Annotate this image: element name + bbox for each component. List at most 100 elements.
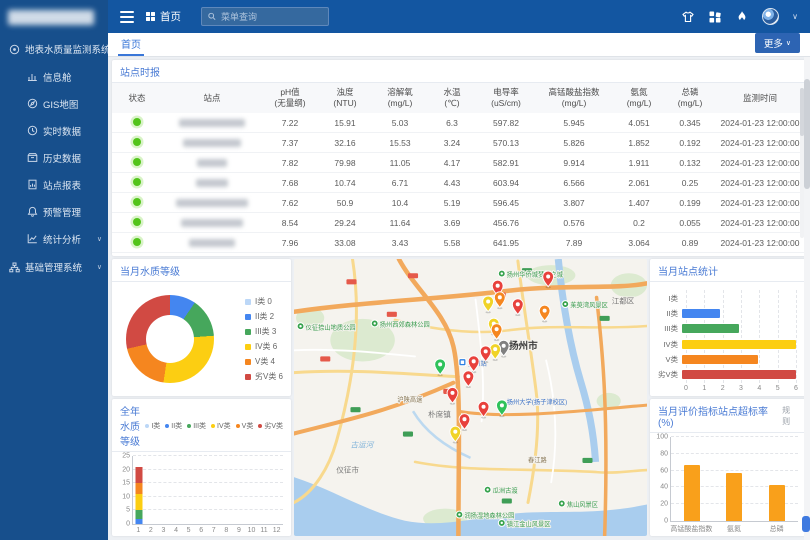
table-row: 7.3732.1615.533.24570.135.8261.8520.1922…	[112, 133, 806, 153]
month-slot	[258, 456, 271, 524]
gridline	[796, 290, 797, 383]
x-tick-label: 12	[270, 527, 283, 534]
y-tick-label: 5	[126, 507, 130, 514]
legend-item[interactable]: 劣V类 6	[245, 371, 283, 382]
legend-item[interactable]: III类	[187, 421, 206, 431]
status-dot	[133, 238, 141, 246]
bar[interactable]	[682, 309, 720, 318]
bar-row: 劣V类	[656, 368, 796, 381]
map-poi-label: 春江路	[528, 455, 547, 464]
user-avatar[interactable]	[762, 8, 779, 25]
value-cell: 10.74	[318, 178, 372, 188]
sidebar-item-label: 信息舱	[43, 70, 72, 84]
value-cell: 79.98	[318, 158, 372, 168]
map-poi: 沪陕高速	[397, 394, 423, 403]
bar-track	[682, 292, 796, 305]
legend-item[interactable]: IV类 6	[245, 341, 283, 352]
menu-search[interactable]	[201, 7, 329, 26]
table-header: 状态站点pH值(无量纲)浊度(NTU)溶解氧(mg/L)水温(℃)电导率(uS/…	[112, 83, 806, 113]
legend-item[interactable]: V类	[236, 421, 254, 431]
history-icon	[27, 152, 38, 163]
month-slot	[146, 456, 159, 524]
month-slot	[171, 456, 184, 524]
x-tick-label: 0	[684, 385, 688, 392]
bar[interactable]	[726, 473, 742, 521]
sidebar-section-base-system[interactable]: 基础管理系统 ∨	[0, 252, 108, 282]
breadcrumb[interactable]: 首页	[146, 9, 181, 24]
legend-item[interactable]: II类	[165, 421, 182, 431]
map-poi-label: 扬州西郊森林公园	[380, 319, 430, 328]
pin-dot	[466, 374, 470, 378]
y-tick-label: 100	[656, 434, 668, 441]
column-header: 浊度(NTU)	[318, 85, 372, 110]
report-icon	[27, 179, 38, 190]
sidebar: 地表水质量监测系统 ∧ 信息舱 GIS地图实时数据历史数据站点报表预警管理统计分析…	[0, 0, 108, 540]
bar[interactable]	[682, 355, 758, 364]
column-header: 氨氮(mg/L)	[612, 85, 666, 110]
bar[interactable]	[769, 485, 785, 521]
pin-dot	[482, 405, 486, 409]
table-row: 8.5429.2411.643.69456.760.5760.20.055202…	[112, 213, 806, 233]
month-slot	[246, 456, 259, 524]
analysis-icon	[27, 233, 38, 244]
sidebar-item-2[interactable]: GIS地图	[0, 90, 108, 117]
sidebar-item-5[interactable]: 站点报表	[0, 171, 108, 198]
scrollbar-thumb[interactable]	[804, 79, 810, 189]
legend-item[interactable]: II类 2	[245, 311, 283, 322]
station-name-cell	[162, 198, 262, 208]
legend-item[interactable]: I类	[145, 421, 160, 431]
chart-icon	[27, 71, 38, 82]
bar[interactable]	[682, 370, 796, 379]
more-button[interactable]: 更多∨	[755, 33, 800, 53]
station-map[interactable]: 扬州市江都区仪征市朴席镇古运河仪征捺山地质公园扬州西郊森林公园扬州华侨城梦幻之城…	[294, 259, 647, 536]
value-cell: 50.9	[318, 198, 372, 208]
sidebar-item-6[interactable]: 预警管理	[0, 198, 108, 225]
theme-shirt-icon[interactable]	[681, 10, 695, 24]
user-menu-chevron-icon[interactable]: ∨	[792, 12, 798, 21]
chevron-down-icon: ∨	[97, 263, 102, 271]
station-name-cell	[162, 138, 262, 148]
legend-item[interactable]: III类 3	[245, 326, 283, 337]
sidebar-item-4[interactable]: 历史数据	[0, 144, 108, 171]
y-tick-label: 80	[660, 450, 668, 457]
legend-item[interactable]: 劣V类	[258, 421, 283, 431]
bar-track	[682, 338, 796, 351]
value-cell: 29.24	[318, 218, 372, 228]
chart-corner-label[interactable]: 规则	[782, 405, 798, 427]
x-tick-label: 5	[776, 385, 780, 392]
bar[interactable]	[682, 324, 739, 333]
x-tick-label: 8	[220, 527, 233, 534]
legend-item[interactable]: I类 0	[245, 296, 283, 307]
legend-item[interactable]: IV类	[211, 421, 231, 431]
table-row: 7.6810.746.714.43603.946.5662.0610.25202…	[112, 173, 806, 193]
legend-swatch	[245, 329, 251, 335]
sidebar-section-water-system[interactable]: 地表水质量监测系统 ∧	[0, 35, 108, 63]
legend-swatch	[245, 359, 251, 365]
alert-icon	[27, 206, 38, 217]
page-scrollbar[interactable]	[804, 57, 810, 540]
back-to-top-button[interactable]	[802, 516, 810, 532]
value-cell: 5.03	[372, 118, 428, 128]
value-cell: 11.64	[372, 218, 428, 228]
dashboard-content: 站点时报 状态站点pH值(无量纲)浊度(NTU)溶解氧(mg/L)水温(℃)电导…	[108, 57, 810, 540]
stacked-bar[interactable]	[136, 456, 143, 524]
flame-icon[interactable]	[735, 10, 749, 24]
layout-icon[interactable]	[708, 10, 722, 24]
sidebar-item-label: 站点报表	[43, 178, 81, 192]
value-cell: 0.055	[666, 218, 714, 228]
value-cell: 5.19	[428, 198, 476, 208]
sidebar-item-7[interactable]: 统计分析∨	[0, 225, 108, 252]
sidebar-item-1[interactable]: 信息舱	[0, 63, 108, 90]
sidebar-item-label: 预警管理	[43, 205, 81, 219]
value-cell: 597.82	[476, 118, 536, 128]
menu-toggle-button[interactable]	[120, 11, 134, 23]
legend-item[interactable]: V类 4	[245, 356, 283, 367]
tab-home[interactable]: 首页	[118, 32, 144, 56]
value-cell: 570.13	[476, 138, 536, 148]
sidebar-item-3[interactable]: 实时数据	[0, 117, 108, 144]
bar[interactable]	[682, 340, 796, 349]
bar[interactable]	[684, 465, 700, 521]
clock-icon	[27, 125, 38, 136]
value-cell: 2024-01-23 12:00:00	[714, 238, 806, 248]
menu-search-input[interactable]	[221, 12, 322, 22]
